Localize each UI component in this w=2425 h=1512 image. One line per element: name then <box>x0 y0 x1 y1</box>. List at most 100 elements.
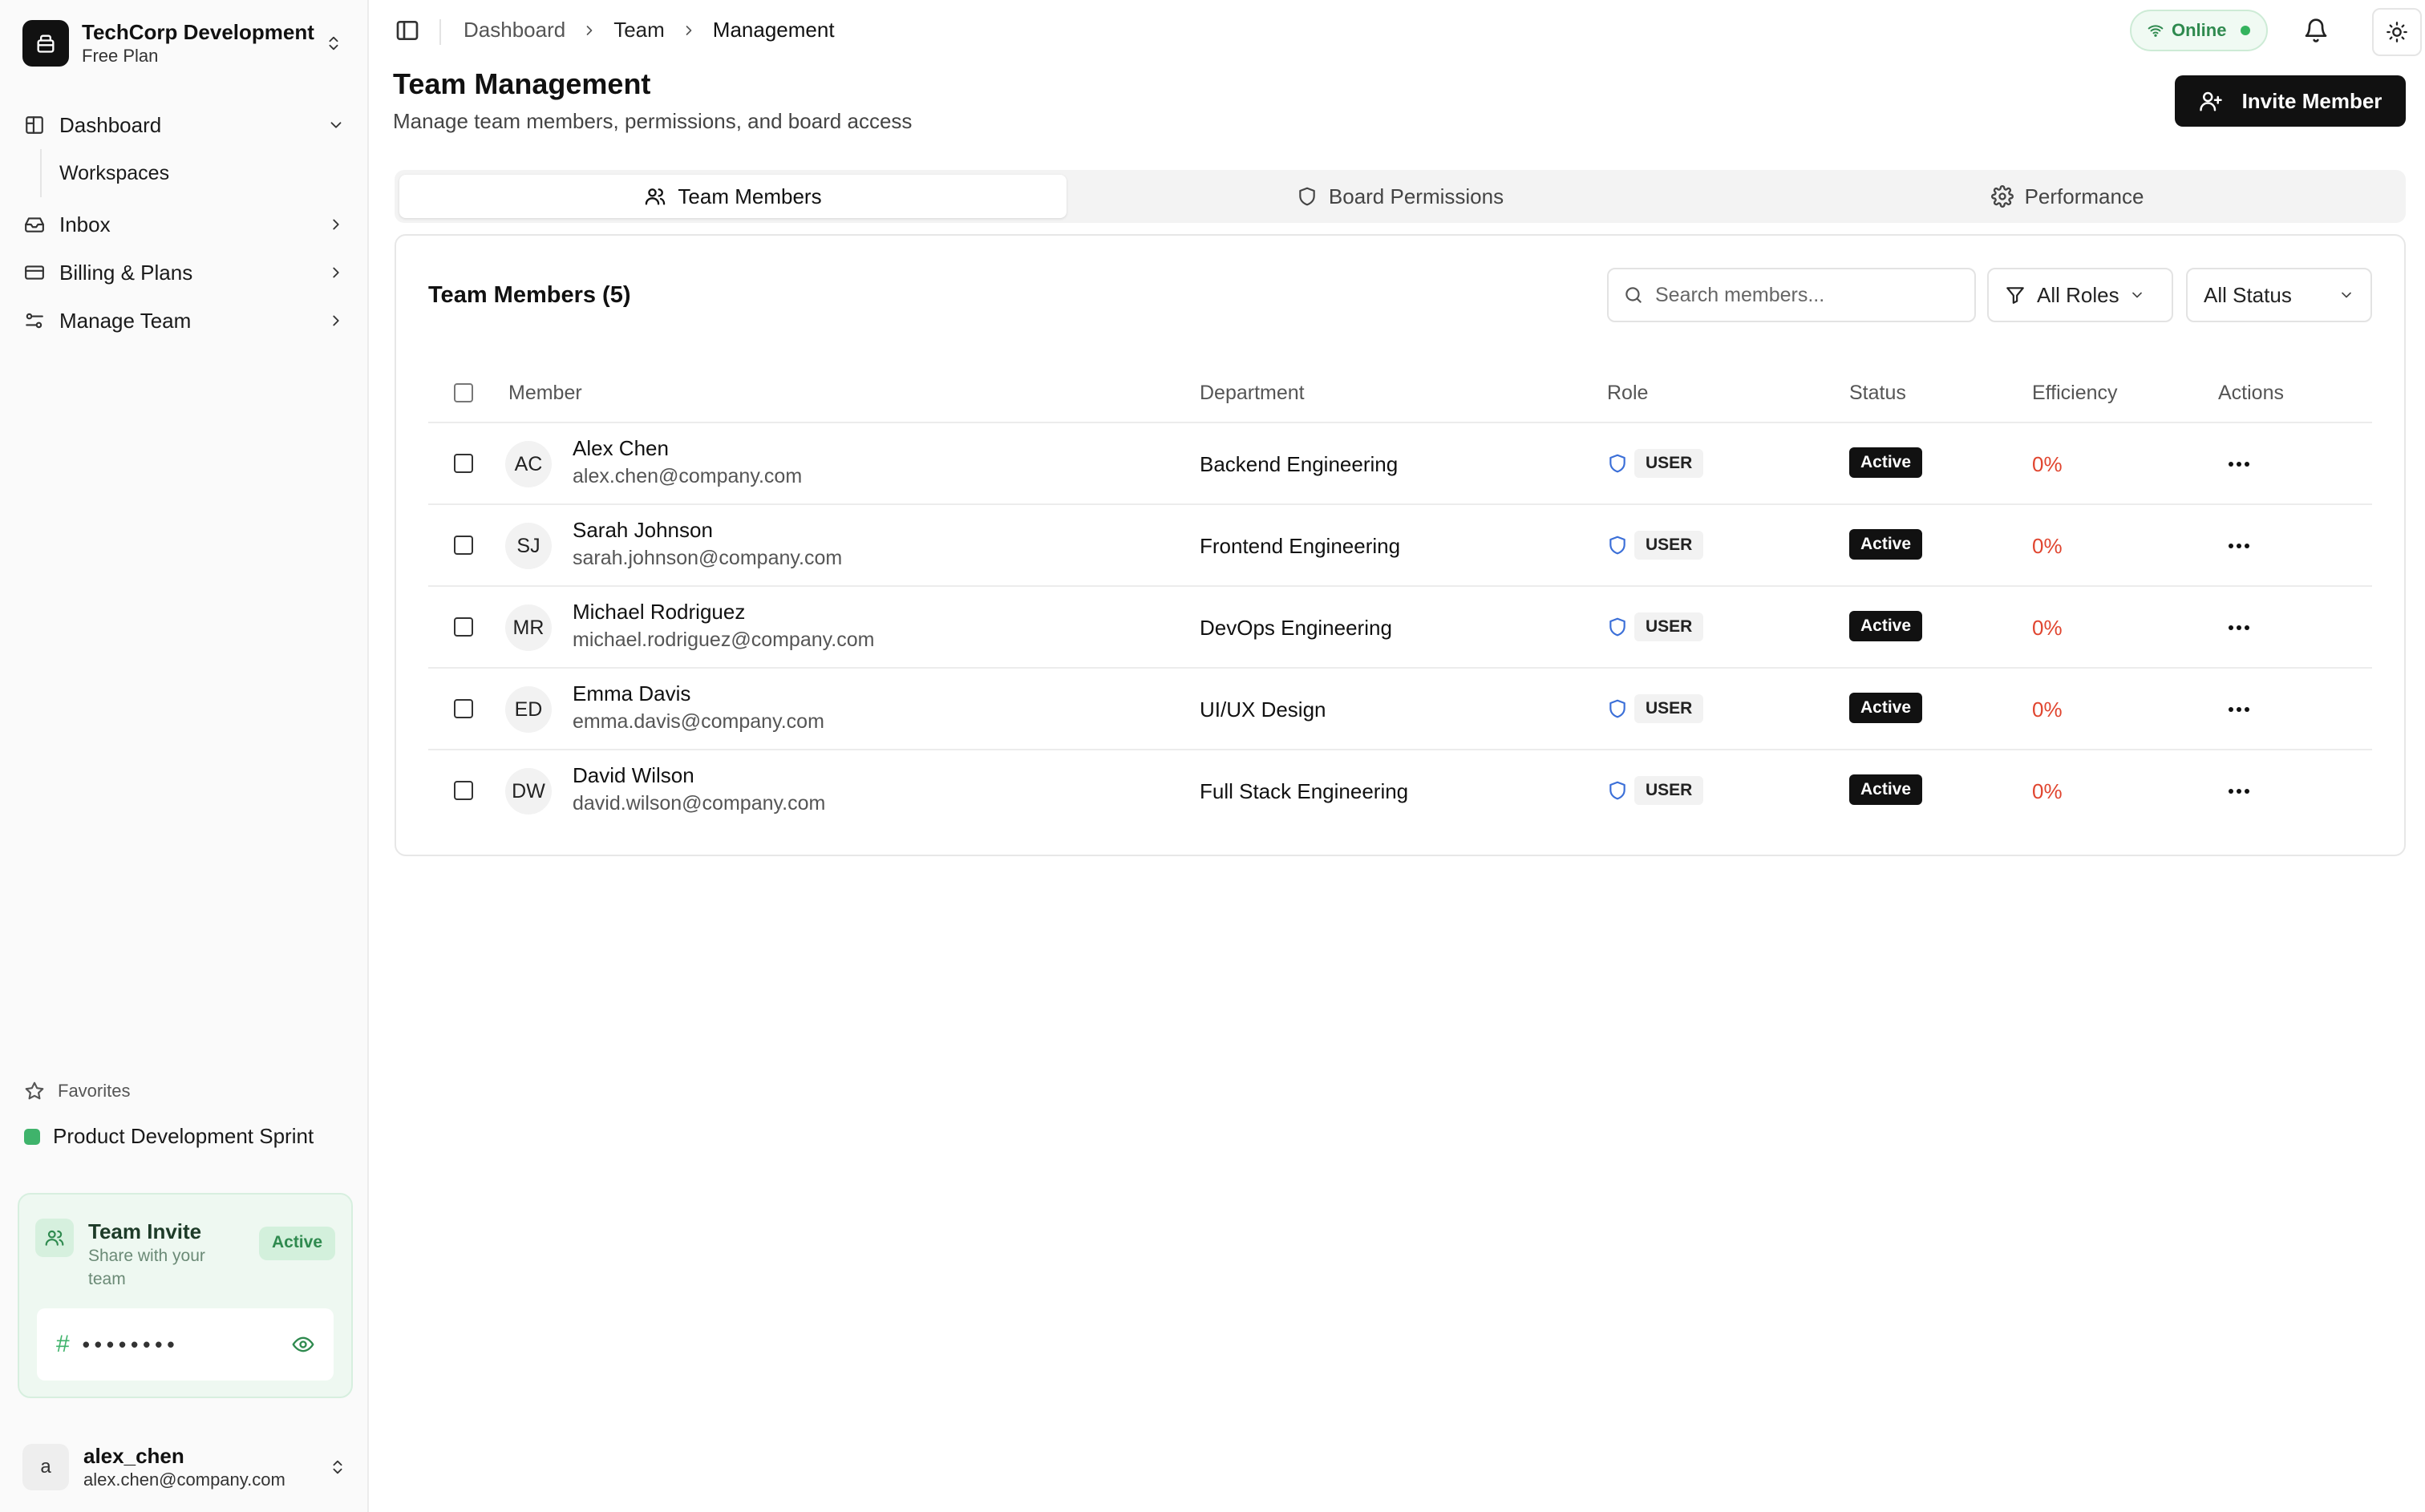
column-header-efficiency: Efficiency <box>2032 382 2118 404</box>
member-email: michael.rodriguez@company.com <box>573 629 875 651</box>
org-name: TechCorp Development <box>82 20 314 44</box>
chevrons-up-down-icon[interactable] <box>329 1458 346 1476</box>
row-checkbox[interactable] <box>454 536 473 555</box>
users-icon <box>35 1219 74 1257</box>
column-header-role: Role <box>1607 382 1649 404</box>
team-settings-icon <box>24 310 48 331</box>
sidebar-item-label: Inbox <box>59 212 111 237</box>
favorite-item[interactable]: Product Development Sprint <box>24 1124 314 1149</box>
member-email: sarah.johnson@company.com <box>573 547 843 569</box>
team-members-card: Team Members (5) All Roles All Status Me… <box>395 234 2406 856</box>
org-plan: Free Plan <box>82 46 159 66</box>
sidebar-subitem-workspaces[interactable]: Workspaces <box>40 149 351 197</box>
sidebar-item-label: Manage Team <box>59 308 192 333</box>
users-icon <box>644 185 678 208</box>
more-actions-icon[interactable] <box>2221 697 2257 722</box>
member-department: Frontend Engineering <box>1200 534 1401 558</box>
sun-icon <box>2386 21 2408 43</box>
shield-icon <box>1297 186 1329 207</box>
avatar: MR <box>505 604 552 651</box>
tab-team-members[interactable]: Team Members <box>399 175 1067 218</box>
breadcrumb: Dashboard Team Management <box>464 18 835 42</box>
chevron-down-icon[interactable] <box>327 116 345 134</box>
member-department: Full Stack Engineering <box>1200 779 1409 803</box>
tab-board-permissions[interactable]: Board Permissions <box>1067 175 1734 218</box>
user-menu[interactable]: a alex_chen alex.chen@company.com <box>22 1441 346 1493</box>
chevron-right-icon <box>327 216 345 233</box>
more-actions-icon[interactable] <box>2221 616 2257 640</box>
team-invite-card: Team Invite Share with your team Active … <box>18 1193 353 1398</box>
chevrons-up-down-icon[interactable] <box>321 34 346 52</box>
role-badge: USER <box>1634 449 1704 478</box>
hash-icon: # <box>56 1331 70 1357</box>
invite-code-field: # •••••••• <box>37 1308 334 1381</box>
avatar: DW <box>505 768 552 815</box>
dashboard-icon <box>24 115 48 135</box>
avatar: a <box>22 1444 69 1490</box>
sidebar-item-manage-team[interactable]: Manage Team <box>18 297 351 345</box>
select-all-checkbox[interactable] <box>454 383 473 402</box>
avatar: SJ <box>505 523 552 569</box>
efficiency-value: 0% <box>2032 779 2063 803</box>
roles-filter-value: All Roles <box>2037 282 2119 307</box>
eye-icon[interactable] <box>292 1333 314 1356</box>
breadcrumb-team[interactable]: Team <box>613 18 665 42</box>
member-department: Backend Engineering <box>1200 452 1399 476</box>
org-switcher[interactable]: TechCorp Development Free Plan <box>22 18 346 69</box>
chevron-right-icon <box>581 22 597 38</box>
sidebar-toggle-icon[interactable] <box>395 18 420 43</box>
efficiency-value: 0% <box>2032 616 2063 640</box>
table-row: DW David Wilson david.wilson@company.com… <box>428 750 2372 832</box>
divider <box>439 19 441 45</box>
sidebar-item-label: Dashboard <box>59 112 162 137</box>
more-actions-icon[interactable] <box>2221 779 2257 803</box>
page-subtitle: Manage team members, permissions, and bo… <box>393 109 913 133</box>
efficiency-value: 0% <box>2032 697 2063 722</box>
roles-filter-select[interactable]: All Roles <box>1987 268 2173 322</box>
sidebar-item-dashboard[interactable]: Dashboard <box>18 101 351 149</box>
column-header-department: Department <box>1200 382 1305 404</box>
role-badge: USER <box>1634 531 1704 560</box>
efficiency-value: 0% <box>2032 452 2063 476</box>
row-checkbox[interactable] <box>454 454 473 473</box>
tab-performance[interactable]: Performance <box>1734 175 2401 218</box>
invite-code-masked: •••••••• <box>82 1332 180 1356</box>
star-icon <box>24 1081 45 1102</box>
shield-icon <box>1607 779 1628 802</box>
column-header-member: Member <box>508 382 582 404</box>
shield-icon <box>1607 452 1628 475</box>
theme-toggle-button[interactable] <box>2372 8 2422 56</box>
chevron-right-icon <box>681 22 697 38</box>
member-name: Emma Davis <box>573 681 691 705</box>
member-name: Sarah Johnson <box>573 518 713 542</box>
shield-icon <box>1607 534 1628 556</box>
table-row: ED Emma Davis emma.davis@company.com UI/… <box>428 669 2372 750</box>
wifi-icon <box>2148 22 2164 38</box>
search-icon <box>1623 285 1644 305</box>
row-checkbox[interactable] <box>454 699 473 718</box>
sidebar-item-billing[interactable]: Billing & Plans <box>18 249 351 297</box>
status-filter-select[interactable]: All Status <box>2186 268 2372 322</box>
shield-icon <box>1607 616 1628 638</box>
avatar: ED <box>505 686 552 733</box>
search-box <box>1607 268 1976 322</box>
row-checkbox[interactable] <box>454 781 473 800</box>
more-actions-icon[interactable] <box>2221 452 2257 476</box>
user-plus-icon <box>2199 89 2242 113</box>
bell-icon[interactable] <box>2303 18 2329 43</box>
connection-status-badge: Online <box>2130 10 2269 51</box>
status-badge: Active <box>1849 447 1923 478</box>
sidebar-nav: Dashboard Workspaces Inbox Billing & Pla… <box>18 101 351 345</box>
invite-member-button[interactable]: Invite Member <box>2175 75 2406 127</box>
status-badge: Active <box>1849 693 1923 723</box>
chevron-down-icon <box>2131 292 2142 298</box>
breadcrumb-dashboard[interactable]: Dashboard <box>464 18 565 42</box>
table-row: AC Alex Chen alex.chen@company.com Backe… <box>428 423 2372 505</box>
row-checkbox[interactable] <box>454 617 473 637</box>
status-dot <box>2241 26 2251 35</box>
page-title: Team Management <box>393 67 651 100</box>
search-input[interactable] <box>1655 283 1952 307</box>
sidebar-item-inbox[interactable]: Inbox <box>18 200 351 249</box>
more-actions-icon[interactable] <box>2221 534 2257 558</box>
table-row: SJ Sarah Johnson sarah.johnson@company.c… <box>428 505 2372 587</box>
